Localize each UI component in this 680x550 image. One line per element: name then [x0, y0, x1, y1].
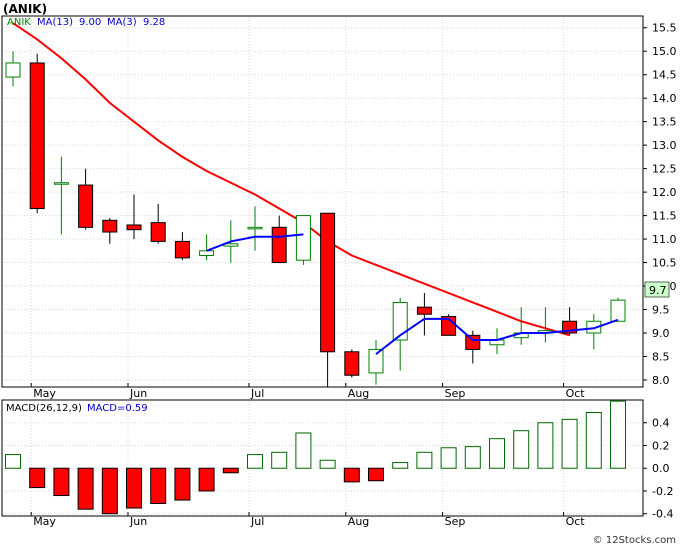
candle-body	[150, 222, 166, 242]
macd-legend: MACD(26,12,9) MACD=0.59	[6, 403, 148, 414]
macd-bar	[150, 467, 167, 504]
x-tick-label: Aug	[348, 515, 369, 528]
x-tick-label: May	[33, 515, 56, 528]
candle-body	[610, 299, 626, 322]
price-y-tick-label: 12.0	[652, 186, 677, 199]
candle	[344, 349, 360, 378]
candle-body	[295, 215, 311, 261]
candle-body	[126, 224, 142, 231]
x-tick-label: Jul	[250, 387, 264, 400]
x-tick-label: Sep	[445, 387, 466, 400]
last-price-badge-text: 9.7	[649, 284, 667, 297]
macd-bar	[513, 430, 530, 469]
macd-y-tick-label: -0.2	[652, 485, 673, 498]
macd-bar	[198, 467, 215, 492]
legend-symbol: ANIK	[7, 17, 31, 28]
macd-bar	[440, 447, 457, 469]
macd-bar	[561, 418, 578, 469]
legend-ma3-label: MA(3)	[107, 17, 137, 28]
candle-body	[78, 184, 94, 228]
candle	[295, 215, 311, 265]
macd-bar	[271, 451, 288, 469]
price-y-tick-label: 9.5	[652, 304, 670, 317]
x-tick-label: Aug	[348, 387, 369, 400]
candle	[29, 53, 45, 214]
macd-bar	[368, 467, 384, 482]
x-tick-label: Sep	[445, 515, 466, 528]
macd-bar	[53, 467, 70, 497]
watermark: © 12Stocks.com	[593, 535, 676, 546]
price-y-tick-label: 15.0	[652, 45, 677, 58]
candle-body	[174, 240, 190, 259]
macd-bar	[585, 412, 602, 469]
legend-ma13-value: 9.00	[79, 17, 101, 28]
price-y-tick-label: 11.0	[652, 233, 677, 246]
x-tick-label: Oct	[566, 387, 586, 400]
chart-title: (ANIK)	[3, 2, 47, 16]
candle-body	[320, 212, 336, 353]
candle	[610, 297, 626, 322]
candle-body	[465, 334, 481, 350]
candle-body	[416, 306, 432, 315]
macd-y-tick-label: 0.2	[652, 439, 670, 452]
candle-body	[271, 226, 287, 264]
candle-body	[344, 351, 360, 376]
macd-legend-value: MACD=0.59	[87, 403, 148, 414]
x-tick-label: Jun	[129, 515, 147, 528]
price-y-tick-label: 15.5	[652, 22, 677, 35]
macd-bar	[319, 459, 336, 469]
price-y-tick-label: 9.0	[652, 327, 670, 340]
price-y-tick-label: 11.5	[652, 210, 677, 223]
macd-bar	[295, 432, 312, 469]
legend-ma13-label: MA(13)	[37, 17, 73, 28]
candle-body	[53, 182, 69, 185]
macd-y-tick-label: 0.4	[652, 417, 670, 430]
candle-body	[247, 226, 263, 230]
price-y-tick-label: 10.5	[652, 257, 677, 270]
macd-bar	[537, 422, 554, 469]
macd-bar	[174, 467, 191, 501]
candle-body	[102, 219, 118, 233]
macd-y-tick-label: 0.0	[652, 462, 670, 475]
macd-bar	[77, 467, 94, 510]
x-tick-label: Jul	[250, 515, 264, 528]
stock-chart: (ANIK) 8.08.59.09.510.010.511.011.512.01…	[0, 0, 680, 546]
legend-ma3-value: 9.28	[143, 17, 165, 28]
macd-bar	[489, 438, 505, 469]
price-y-tick-label: 14.5	[652, 69, 677, 82]
macd-y-tick-label: -0.4	[652, 508, 673, 521]
x-tick-label: Oct	[566, 515, 586, 528]
candle-body	[5, 62, 21, 78]
macd-legend-label: MACD(26,12,9)	[6, 403, 82, 414]
macd-bar	[29, 467, 46, 489]
price-y-tick-label: 13.0	[652, 139, 677, 152]
x-tick-label: Jun	[129, 387, 147, 400]
macd-bar	[101, 467, 118, 515]
last-price-badge: 9.7	[644, 281, 670, 298]
x-tick-label: May	[33, 387, 56, 400]
macd-bar	[392, 462, 409, 469]
price-y-tick-label: 8.0	[652, 374, 670, 387]
macd-bar	[464, 446, 481, 469]
candle-body	[199, 250, 215, 257]
macd-bar	[247, 454, 263, 469]
macd-bar	[610, 400, 626, 469]
macd-bar	[222, 467, 239, 474]
candle-body	[29, 62, 45, 210]
candle	[441, 314, 457, 336]
macd-bar	[5, 454, 21, 469]
macd-bar	[343, 467, 360, 483]
macd-bar	[126, 467, 142, 509]
macd-bar	[416, 451, 433, 469]
price-y-tick-label: 12.5	[652, 163, 677, 176]
price-y-tick-label: 8.5	[652, 350, 670, 363]
price-y-tick-label: 14.0	[652, 92, 677, 105]
price-y-tick-label: 13.5	[652, 116, 677, 129]
